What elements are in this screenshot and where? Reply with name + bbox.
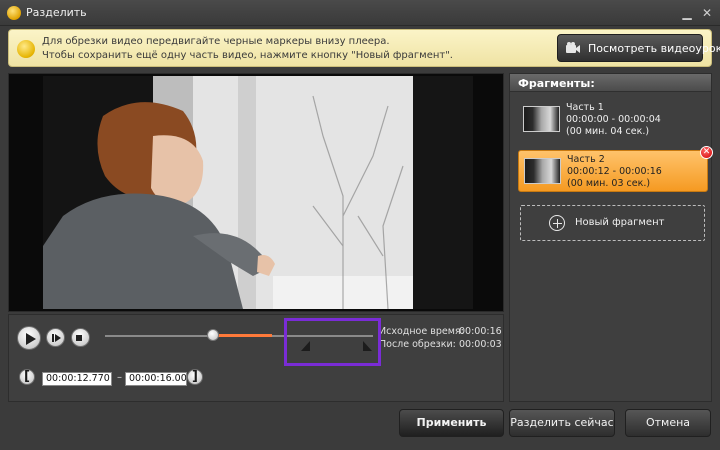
end-time-field[interactable]: 00:00:16.000 <box>125 372 193 386</box>
info-icon <box>17 40 35 58</box>
watch-tutorial-label: Посмотреть видеоурок <box>588 42 720 55</box>
start-bracket-icon: [ <box>24 369 30 384</box>
fragment-name: Часть 1 <box>566 102 604 113</box>
after-trim-label: После обрезки: <box>379 339 456 350</box>
new-fragment-label: Новый фрагмент <box>575 217 665 228</box>
plus-circle-icon <box>549 215 565 231</box>
source-time-label: Исходное время: <box>379 326 464 337</box>
fragment-thumbnail <box>524 158 561 184</box>
end-bracket-icon: ] <box>192 369 198 384</box>
hint-text-line-1: Для обрезки видео передвигайте черные ма… <box>42 36 390 47</box>
trim-markers-highlight <box>284 318 381 366</box>
playback-controls: Исходное время: 00:00:16 После обрезки: … <box>8 314 504 402</box>
fragment-name: Часть 2 <box>567 154 605 165</box>
fragment-thumbnail <box>523 106 560 132</box>
cancel-button[interactable]: Отмена <box>625 409 711 437</box>
selected-segment <box>214 334 272 337</box>
video-scene <box>43 76 473 309</box>
volume-button[interactable] <box>71 328 90 347</box>
window-title: Разделить <box>26 6 87 19</box>
fragment-duration: (00 мин. 04 сек.) <box>566 126 650 137</box>
playhead-thumb[interactable] <box>207 329 219 341</box>
fragment-item-2[interactable]: Часть 2 00:00:12 - 00:00:16 (00 мин. 03 … <box>518 146 713 192</box>
close-icon[interactable]: ✕ <box>700 6 714 20</box>
fragments-header: Фрагменты: <box>510 74 711 92</box>
delete-fragment-icon[interactable]: ✕ <box>700 146 713 159</box>
time-range-dash: – <box>117 372 122 383</box>
apply-button[interactable]: Применить <box>399 409 504 437</box>
after-trim-value: 00:00:03 <box>459 339 502 350</box>
fragment-range: 00:00:00 - 00:00:04 <box>566 114 661 125</box>
next-frame-button[interactable] <box>46 328 65 347</box>
source-time-value: 00:00:16 <box>459 326 502 337</box>
watch-tutorial-button[interactable]: Посмотреть видеоурок <box>557 34 720 62</box>
hint-bar: Для обрезки видео передвигайте черные ма… <box>8 29 720 67</box>
app-logo-icon <box>7 6 21 20</box>
minimize-icon[interactable]: ▁ <box>680 6 694 20</box>
fragment-item-1[interactable]: Часть 1 00:00:00 - 00:00:04 (00 мин. 04 … <box>518 99 708 141</box>
fragment-duration: (00 мин. 03 сек.) <box>567 178 651 189</box>
video-preview[interactable] <box>8 73 504 312</box>
video-frame-image <box>43 76 473 309</box>
start-time-field[interactable]: 00:00:12.770 <box>42 372 112 386</box>
hint-text-line-2: Чтобы сохранить ещё одну часть видео, на… <box>42 50 453 61</box>
set-end-button[interactable]: ] <box>187 369 203 385</box>
new-fragment-button[interactable]: Новый фрагмент <box>520 205 705 241</box>
title-bar: Разделить ▁ ✕ <box>0 0 720 26</box>
split-now-button[interactable]: Разделить сейчас <box>509 409 615 437</box>
set-start-button[interactable]: [ <box>19 369 35 385</box>
fragments-title: Фрагменты: <box>518 77 595 90</box>
video-camera-icon <box>566 42 580 53</box>
play-button[interactable] <box>17 326 41 350</box>
fragment-range: 00:00:12 - 00:00:16 <box>567 166 662 177</box>
fragments-panel: Фрагменты: Часть 1 00:00:00 - 00:00:04 (… <box>509 73 713 402</box>
